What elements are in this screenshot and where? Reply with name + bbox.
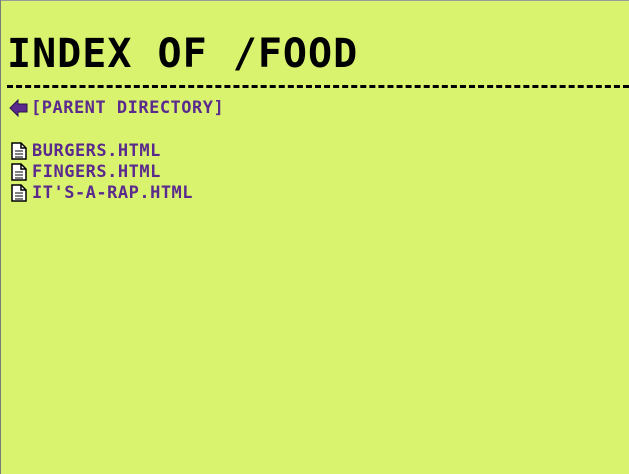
file-link-its-a-rap[interactable]: IT'S-A-RAP.HTML	[32, 183, 193, 203]
file-icon	[11, 141, 27, 160]
file-item-its-a-rap[interactable]: IT'S-A-RAP.HTML	[11, 182, 193, 203]
file-icon	[11, 162, 27, 181]
page-title: INDEX OF /FOOD	[7, 31, 359, 77]
file-item-fingers[interactable]: FINGERS.HTML	[11, 161, 193, 182]
file-icon	[11, 183, 27, 202]
title-divider	[7, 85, 629, 88]
window-top-edge	[0, 0, 629, 1]
parent-directory-link[interactable]: [PARENT DIRECTORY]	[9, 98, 224, 118]
window-left-edge	[0, 0, 1, 474]
file-list: BURGERS.HTML FINGERS.HTML IT'S-A-RAP.HTM…	[11, 140, 193, 203]
back-arrow-icon	[9, 98, 29, 118]
file-item-burgers[interactable]: BURGERS.HTML	[11, 140, 193, 161]
file-link-burgers[interactable]: BURGERS.HTML	[32, 141, 161, 161]
parent-directory-label: [PARENT DIRECTORY]	[31, 98, 225, 118]
file-link-fingers[interactable]: FINGERS.HTML	[32, 162, 161, 182]
